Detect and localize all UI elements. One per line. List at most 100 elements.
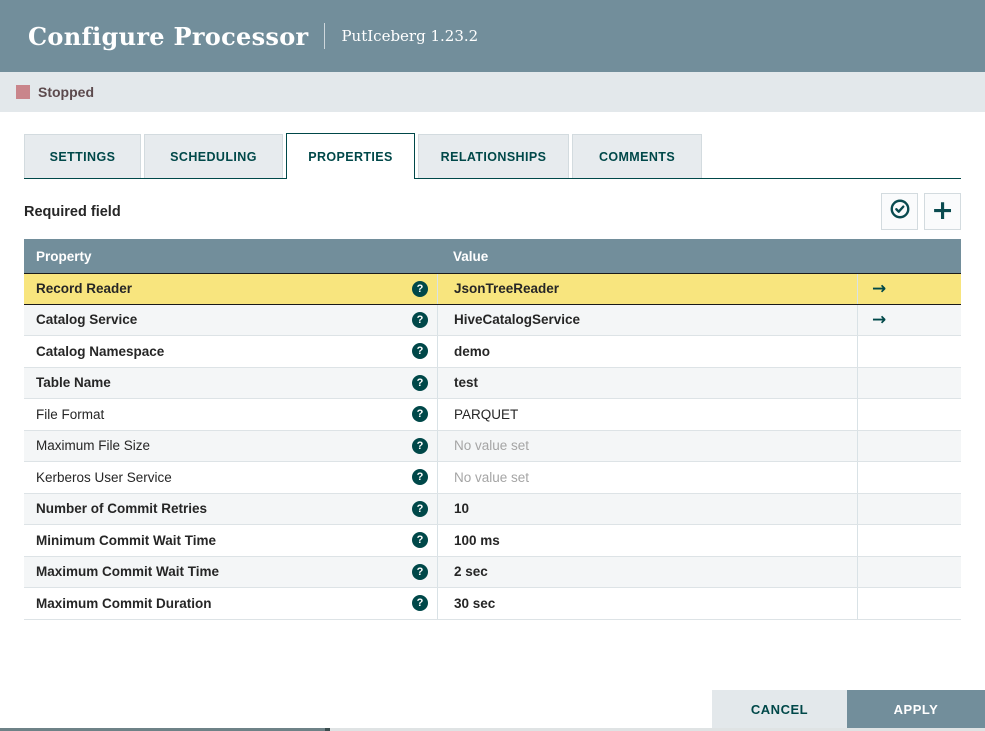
property-value-cell[interactable]: No value set bbox=[437, 430, 857, 461]
add-property-button[interactable]: + bbox=[924, 193, 961, 230]
property-name-cell: Table Name? bbox=[24, 368, 437, 399]
help-question-icon[interactable]: ? bbox=[412, 374, 428, 391]
go-to-service-icon[interactable]: → bbox=[872, 310, 886, 330]
plus-icon: + bbox=[931, 194, 954, 226]
go-to-service-icon[interactable]: → bbox=[872, 279, 886, 299]
help-question-icon[interactable]: ? bbox=[412, 500, 428, 517]
service-link-cell bbox=[857, 399, 961, 430]
property-name: Kerberos User Service bbox=[36, 469, 172, 485]
property-value: 10 bbox=[454, 501, 470, 517]
property-value: 2 sec bbox=[454, 564, 488, 580]
service-link-cell bbox=[857, 525, 961, 556]
property-value: demo bbox=[454, 343, 491, 359]
cancel-button[interactable]: CANCEL bbox=[712, 690, 847, 728]
property-value: PARQUET bbox=[454, 406, 519, 422]
help-question-icon[interactable]: ? bbox=[412, 469, 428, 486]
service-link-cell bbox=[857, 588, 961, 619]
property-name-cell: Maximum Commit Duration? bbox=[24, 588, 437, 619]
property-value-cell[interactable]: 30 sec bbox=[437, 588, 857, 619]
help-question-icon[interactable]: ? bbox=[412, 437, 428, 454]
help-question-icon[interactable]: ? bbox=[412, 595, 428, 612]
property-name: Catalog Service bbox=[36, 312, 138, 328]
help-question-icon[interactable]: ? bbox=[412, 406, 428, 423]
property-row[interactable]: Catalog Namespace? demo bbox=[24, 336, 961, 368]
property-value-cell[interactable]: JsonTreeReader bbox=[437, 274, 857, 304]
property-value-cell[interactable]: 100 ms bbox=[437, 525, 857, 556]
property-row[interactable]: Number of Commit Retries? 10 bbox=[24, 493, 961, 525]
property-row[interactable]: Minimum Commit Wait Time? 100 ms bbox=[24, 525, 961, 557]
value-column-header: Value bbox=[453, 248, 489, 264]
property-value: test bbox=[454, 375, 479, 391]
properties-table: Property Value Record Reader? JsonTreeRea… bbox=[24, 239, 961, 620]
help-question-icon[interactable]: ? bbox=[412, 343, 428, 360]
tab-bar: SETTINGS SCHEDULING PROPERTIES RELATIONSHIP… bbox=[24, 133, 961, 179]
verify-properties-button[interactable] bbox=[881, 193, 918, 230]
status-bar: Stopped bbox=[0, 72, 985, 112]
tab-settings[interactable]: SETTINGS bbox=[24, 134, 141, 178]
property-name-cell: Number of Commit Retries? bbox=[24, 494, 437, 525]
property-row[interactable]: Catalog Service? HiveCatalogService → bbox=[24, 304, 961, 336]
dialog-body: SETTINGS SCHEDULING PROPERTIES RELATIONSHIP… bbox=[0, 133, 985, 620]
help-question-icon[interactable]: ? bbox=[412, 563, 428, 580]
stopped-state-icon bbox=[16, 85, 30, 99]
property-name-cell: Record Reader? bbox=[24, 274, 437, 304]
tab-scheduling[interactable]: SCHEDULING bbox=[144, 134, 283, 178]
property-value-cell[interactable]: test bbox=[437, 367, 857, 398]
help-question-icon[interactable]: ? bbox=[412, 532, 428, 549]
property-name: Maximum Commit Wait Time bbox=[36, 564, 220, 580]
property-row[interactable]: Maximum Commit Wait Time? 2 sec bbox=[24, 556, 961, 588]
service-link-cell: → bbox=[857, 304, 961, 335]
property-name: Catalog Namespace bbox=[36, 343, 165, 359]
property-value: No value set bbox=[454, 469, 530, 485]
property-value-cell[interactable]: HiveCatalogService bbox=[437, 304, 857, 335]
property-value: No value set bbox=[454, 438, 530, 454]
tab-relationships[interactable]: RELATIONSHIPS bbox=[418, 134, 569, 178]
apply-button[interactable]: APPLY bbox=[847, 690, 985, 728]
property-name: Minimum Commit Wait Time bbox=[36, 532, 217, 548]
property-name-cell: Minimum Commit Wait Time? bbox=[24, 525, 437, 556]
dialog-title: Configure Processor bbox=[28, 21, 309, 51]
property-name-cell: Kerberos User Service? bbox=[24, 462, 437, 493]
title-divider bbox=[324, 23, 326, 49]
status-label: Stopped bbox=[38, 84, 94, 100]
property-row[interactable]: Kerberos User Service? No value set bbox=[24, 462, 961, 494]
property-name-cell: Maximum Commit Wait Time? bbox=[24, 557, 437, 588]
property-row[interactable]: Table Name? test bbox=[24, 367, 961, 399]
property-row[interactable]: Record Reader? JsonTreeReader → bbox=[24, 273, 961, 305]
required-field-label: Required field bbox=[24, 203, 121, 220]
check-circle-icon bbox=[889, 198, 911, 225]
tab-properties[interactable]: PROPERTIES bbox=[286, 133, 415, 179]
property-value: JsonTreeReader bbox=[454, 281, 560, 297]
service-link-cell bbox=[857, 430, 961, 461]
property-name-cell: File Format? bbox=[24, 399, 437, 430]
property-name: Record Reader bbox=[36, 281, 133, 297]
property-name: Number of Commit Retries bbox=[36, 501, 208, 517]
property-row[interactable]: Maximum File Size? No value set bbox=[24, 430, 961, 462]
property-row[interactable]: File Format? PARQUET bbox=[24, 399, 961, 431]
help-question-icon[interactable]: ? bbox=[412, 311, 428, 328]
property-name-cell: Catalog Namespace? bbox=[24, 336, 437, 367]
processor-type-version: PutIceberg 1.23.2 bbox=[341, 27, 479, 45]
tab-comments[interactable]: COMMENTS bbox=[572, 134, 702, 178]
property-name: Table Name bbox=[36, 375, 111, 391]
service-link-cell bbox=[857, 493, 961, 524]
service-link-cell bbox=[857, 336, 961, 367]
table-header: Property Value bbox=[24, 239, 961, 273]
property-value-cell[interactable]: 2 sec bbox=[437, 556, 857, 587]
property-value-cell[interactable]: No value set bbox=[437, 462, 857, 493]
property-value: HiveCatalogService bbox=[454, 312, 581, 328]
property-name: Maximum File Size bbox=[36, 438, 151, 454]
property-value-cell[interactable]: demo bbox=[437, 336, 857, 367]
property-value: 30 sec bbox=[454, 595, 496, 611]
service-link-cell bbox=[857, 556, 961, 587]
property-name: File Format bbox=[36, 406, 105, 422]
property-name: Maximum Commit Duration bbox=[36, 595, 212, 611]
property-name-cell: Maximum File Size? bbox=[24, 431, 437, 462]
dialog-header: Configure Processor PutIceberg 1.23.2 bbox=[0, 0, 985, 72]
property-value-cell[interactable]: 10 bbox=[437, 493, 857, 524]
table-rows: Record Reader? JsonTreeReader → Catalog Ser… bbox=[24, 273, 961, 620]
property-value-cell[interactable]: PARQUET bbox=[437, 399, 857, 430]
help-question-icon[interactable]: ? bbox=[412, 280, 428, 297]
service-link-cell: → bbox=[857, 274, 961, 304]
property-row[interactable]: Maximum Commit Duration? 30 sec bbox=[24, 588, 961, 620]
